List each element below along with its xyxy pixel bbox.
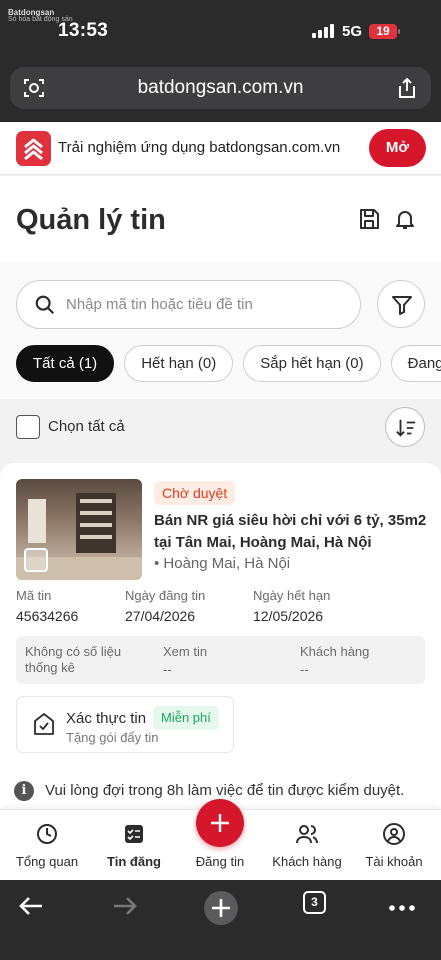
status-tabs: Tất cả (1) Hết hạn (0) Sắp hết hạn (0) Đang… (16, 345, 441, 383)
expiry-date-value: 12/05/2026 (253, 608, 324, 624)
select-all-checkbox[interactable] (16, 415, 40, 439)
clock-icon (37, 824, 57, 844)
listing-posted-date: Ngày đăng tin 27/04/2026 (125, 588, 205, 624)
more-options-icon[interactable] (384, 890, 420, 926)
select-all-label[interactable]: Chọn tất cả (48, 418, 125, 435)
tab-expiring-soon[interactable]: Sắp hết hạn (0) (243, 345, 381, 382)
app-install-banner: Trải nghiệm ứng dụng batdongsan.com.vn M… (0, 122, 441, 175)
network-type: 5G (342, 23, 363, 40)
listing-code-value: 45634266 (16, 608, 79, 624)
battery-tip (398, 29, 400, 34)
new-tab-icon[interactable] (203, 890, 239, 926)
tab-expired[interactable]: Hết hạn (0) (124, 345, 234, 382)
back-arrow-icon[interactable] (14, 890, 50, 926)
sort-icon (396, 419, 416, 437)
page-title: Quản lý tin (16, 204, 166, 236)
sort-button[interactable] (385, 407, 425, 447)
status-bar: Batdongsan Só hóa bất động sản 13:53 5G … (0, 0, 441, 60)
battery-icon: 19 (369, 24, 397, 39)
status-time: 13:53 (58, 20, 109, 41)
signal-icon (312, 24, 336, 38)
listing-thumbnail[interactable] (16, 479, 142, 580)
post-listing-button[interactable] (196, 799, 244, 847)
browser-toolbar: 3 (0, 880, 441, 960)
verify-subtitle: Tặng gói đẩy tin (66, 730, 159, 745)
listing-stats: Không có số liệu thống kê Xem tin -- Khá… (16, 636, 425, 684)
filter-button[interactable] (377, 280, 425, 328)
browser-chrome: Batdongsan Só hóa bất động sản 13:53 5G … (0, 0, 441, 122)
no-stats-text: Không có số liệu thống kê (25, 644, 122, 675)
customers-label: Khách hàng (300, 644, 370, 659)
expiry-date-label: Ngày hết hạn (253, 588, 331, 603)
nav-listings-label: Tin đăng (107, 854, 161, 869)
nav-post-label: Đăng tin (195, 854, 245, 869)
verify-listing-button[interactable]: Xác thực tin Miễn phí Tặng gói đẩy tin (16, 696, 234, 753)
search-filter-area: Nhập mã tin hoặc tiêu đề tin Tất cả (1) H… (0, 263, 441, 399)
verify-house-icon (34, 713, 54, 735)
listing-code: Mã tin 45634266 (16, 588, 78, 624)
info-icon: i (14, 781, 34, 801)
user-circle-icon (383, 823, 405, 845)
url-text[interactable]: batdongsan.com.vn (10, 77, 431, 99)
tab-displaying[interactable]: Đang hiển thị (390, 345, 441, 382)
listing-location: • Hoàng Mai, Hà Nội (154, 555, 291, 572)
listing-expiry-date: Ngày hết hạn 12/05/2026 (253, 588, 330, 624)
verify-title: Xác thực tin (66, 710, 147, 727)
checklist-icon (125, 825, 143, 843)
bell-icon[interactable] (393, 207, 417, 231)
app-banner-text: Trải nghiệm ứng dụng batdongsan.com.vn (58, 139, 341, 156)
open-app-button[interactable]: Mở (369, 129, 426, 167)
views-label: Xem tin (163, 644, 208, 659)
free-badge: Miễn phí (153, 706, 219, 730)
listing-code-label: Mã tin (16, 588, 52, 603)
search-placeholder: Nhập mã tin hoặc tiêu đề tin (66, 296, 253, 313)
posted-date-label: Ngày đăng tin (125, 588, 206, 603)
search-input[interactable]: Nhập mã tin hoặc tiêu đề tin (16, 280, 361, 329)
users-icon (296, 825, 318, 844)
posted-date-value: 27/04/2026 (125, 608, 196, 624)
tab-all[interactable]: Tất cả (1) (16, 345, 115, 382)
review-note-text: Vui lòng đợi trong 8h làm việc để tin đư… (45, 782, 405, 799)
filter-icon (392, 296, 412, 315)
watermark-top: Batdongsan (8, 8, 55, 17)
plus-icon (211, 814, 229, 832)
tab-count-icon[interactable]: 3 (303, 891, 326, 914)
forward-arrow-icon[interactable] (108, 890, 144, 926)
nav-account-label: Tài khoản (365, 854, 423, 869)
listing-checkbox[interactable] (24, 548, 48, 572)
status-badge: Chờ duyệt (154, 481, 236, 505)
page-header: Quản lý tin (0, 176, 441, 263)
listing-card[interactable]: Chờ duyệt Bán NR giá siêu hời chỉ với 6 … (0, 463, 441, 809)
nav-account[interactable]: Tài khoản (350, 810, 438, 881)
save-icon[interactable] (357, 207, 381, 231)
nav-listings[interactable]: Tin đăng (90, 810, 178, 881)
nav-overview[interactable]: Tổng quan (3, 810, 91, 881)
nav-overview-label: Tổng quan (15, 854, 79, 869)
nav-customers[interactable]: Khách hàng (263, 810, 351, 881)
nav-customers-label: Khách hàng (272, 854, 342, 869)
batdongsan-logo-icon (16, 131, 51, 166)
views-value: -- (163, 662, 172, 677)
search-icon (35, 295, 55, 315)
select-all-row: Chọn tất cả (0, 399, 441, 461)
listing-title[interactable]: Bán NR giá siêu hời chỉ với 6 tỷ, 35m2 t… (154, 510, 432, 554)
customers-value: -- (300, 662, 309, 677)
address-bar[interactable]: batdongsan.com.vn (10, 67, 431, 109)
share-icon[interactable] (395, 76, 419, 100)
